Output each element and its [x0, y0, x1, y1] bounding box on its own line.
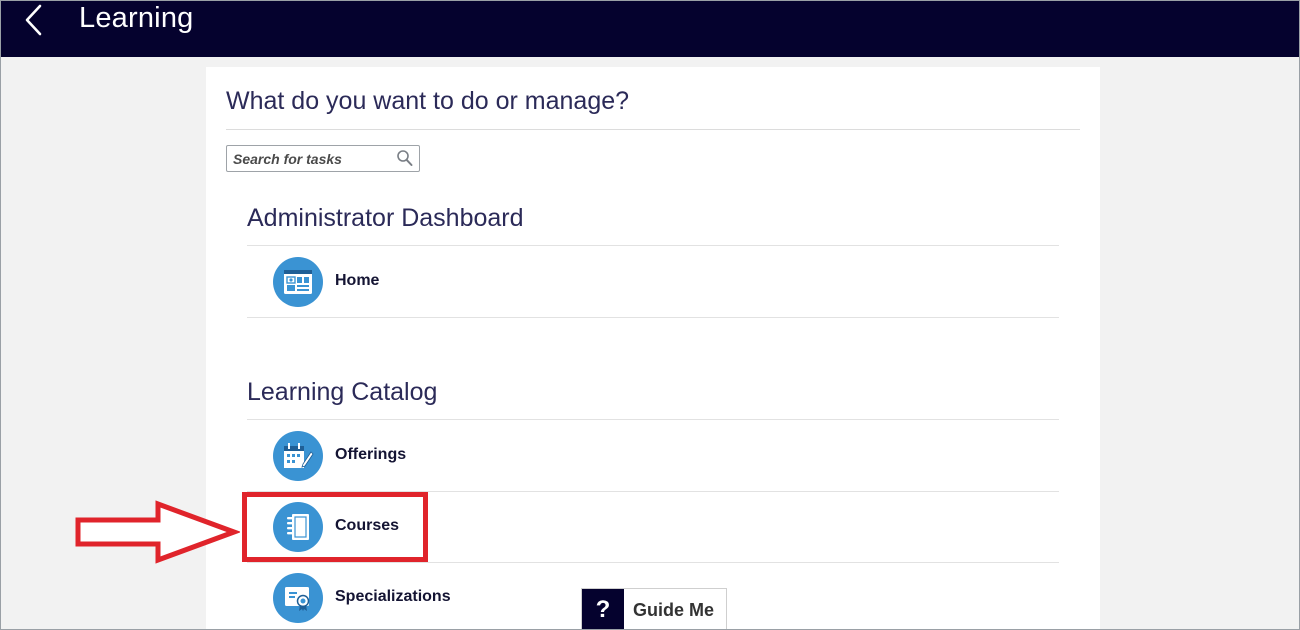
divider: [247, 491, 1059, 492]
search-box: [226, 145, 420, 172]
task-icon-circle: [273, 573, 323, 623]
task-label: Courses: [335, 517, 400, 534]
task-label: Home: [335, 272, 380, 289]
task-label: Offerings: [335, 446, 407, 463]
task-label: Specializations: [335, 588, 451, 605]
search-input[interactable]: [227, 146, 393, 171]
task-offerings[interactable]: Offerings: [247, 425, 1059, 487]
divider: [226, 129, 1080, 130]
page-title: Learning: [79, 2, 194, 34]
divider: [247, 419, 1059, 420]
search-button[interactable]: [396, 149, 414, 168]
help-icon: ?: [582, 589, 624, 630]
divider: [247, 245, 1059, 246]
search-icon: [397, 150, 413, 166]
divider: [247, 317, 1059, 318]
task-icon-circle: [273, 502, 323, 552]
divider: [247, 562, 1059, 563]
certificate-icon: [285, 587, 310, 611]
task-panel: What do you want to do or manage? Admini…: [206, 67, 1100, 630]
task-panel-heading: What do you want to do or manage?: [226, 87, 630, 115]
task-icon-circle: [273, 257, 323, 307]
task-courses[interactable]: Courses: [247, 496, 1059, 558]
guide-me-label: Guide Me: [633, 600, 715, 620]
notebook-icon: [287, 514, 309, 540]
guide-me-button[interactable]: ? Guide Me: [581, 588, 727, 630]
task-home[interactable]: Home: [247, 251, 1059, 313]
app-header: Learning: [0, 0, 1300, 57]
section-title-learning-catalog: Learning Catalog: [247, 378, 438, 406]
calendar-edit-icon: [284, 443, 314, 468]
dashboard-icon: [284, 270, 312, 294]
back-button[interactable]: [18, 4, 50, 36]
task-icon-circle: [273, 431, 323, 481]
section-title-administrator-dashboard: Administrator Dashboard: [247, 204, 524, 232]
chevron-left-icon: [25, 4, 42, 36]
